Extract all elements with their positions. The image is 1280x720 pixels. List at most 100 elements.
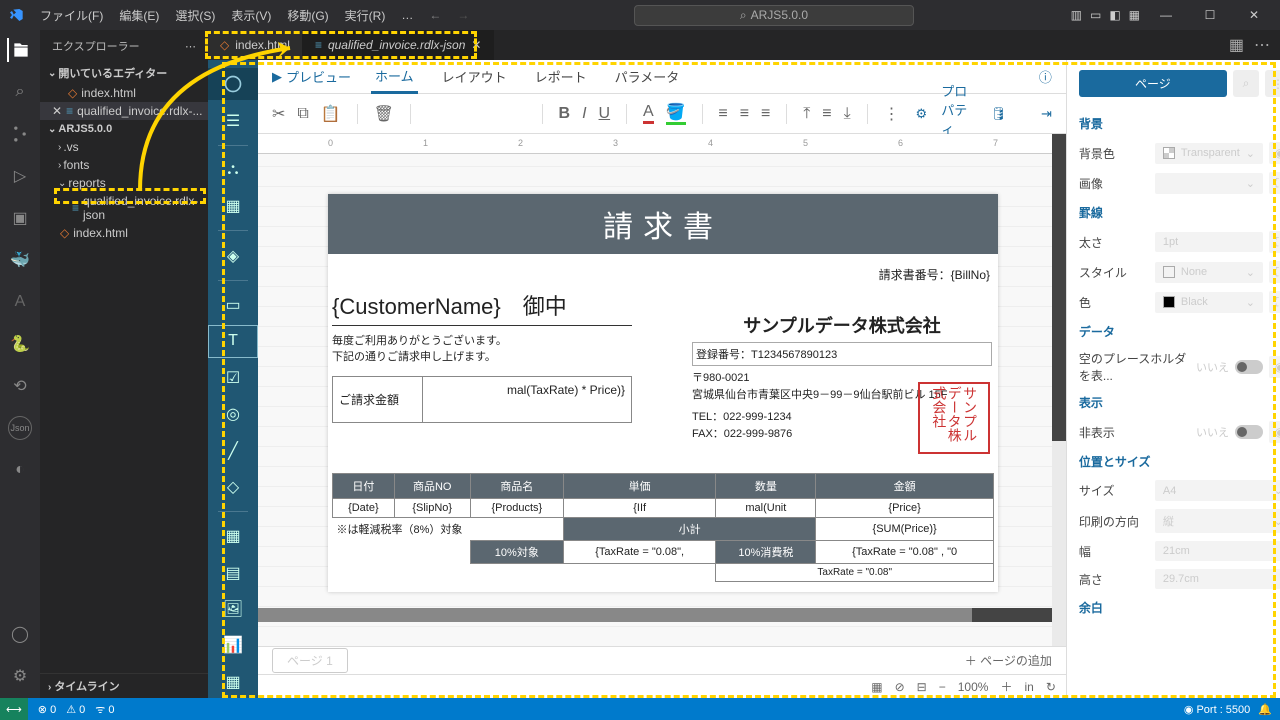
page-selector[interactable]: ページ	[1079, 70, 1227, 97]
customer-name[interactable]: {CustomerName} 御中	[332, 285, 632, 326]
debug-icon[interactable]: ▷	[8, 164, 32, 188]
notifications-icon[interactable]: 🔔	[1258, 703, 1272, 716]
tab-report[interactable]: レポート	[531, 61, 591, 92]
sidebar-icon[interactable]: ◧	[1109, 8, 1120, 22]
tool-panel-icon[interactable]: ▭	[208, 289, 258, 321]
valign-mid-icon[interactable]: ≡	[822, 105, 831, 123]
hamburger-icon[interactable]: ☰	[208, 104, 258, 136]
company-stamp[interactable]: サンプルデータ株式会社	[918, 382, 990, 454]
hidden-toggle[interactable]: いいえ	[1196, 424, 1263, 440]
table-row[interactable]: {Date}{SlipNo}{Products}{IIfmal(Unit{Pri…	[333, 499, 994, 518]
hierarchy-icon[interactable]: ⛬	[208, 154, 258, 186]
section-border[interactable]: 罫線⌃	[1079, 198, 1280, 227]
text-color-icon[interactable]: A	[643, 103, 654, 124]
tool-list-icon[interactable]: ▤	[208, 557, 258, 589]
tool-shape-icon[interactable]: ◇	[208, 471, 258, 503]
props-gear-icon[interactable]: ⚙	[916, 106, 928, 122]
nav-back-icon[interactable]: ←	[421, 8, 449, 22]
menu-go[interactable]: 移動(G)	[279, 7, 336, 24]
folder-item[interactable]: ›fonts	[40, 156, 208, 174]
placeholder-toggle[interactable]: いいえ	[1196, 359, 1263, 375]
folder-item[interactable]: ›.vs	[40, 138, 208, 156]
zoom-out-icon[interactable]: −	[939, 680, 946, 694]
subtotal-row[interactable]: ※は軽減税率（8%）対象 小計 {SUM(Price)}	[333, 518, 994, 541]
tool-line-icon[interactable]: ╱	[208, 434, 258, 466]
thanks-text[interactable]: 毎度ご利用ありがとうございます。 下記の通りご請求申し上げます。	[332, 326, 632, 370]
menu-file[interactable]: ファイル(F)	[32, 7, 111, 24]
section-background[interactable]: 背景⌃	[1079, 109, 1280, 138]
tab-close-icon[interactable]: ✕	[471, 38, 481, 52]
snap-icon[interactable]: ⊘	[895, 680, 905, 694]
scm-icon[interactable]	[8, 122, 32, 146]
valign-top-icon[interactable]: ⤒	[803, 105, 810, 123]
expand-panel-icon[interactable]: ⇥	[1041, 106, 1052, 122]
amount-box[interactable]: ご請求金額 mal(TaxRate) * Price)}	[332, 376, 632, 423]
minimize-icon[interactable]: —	[1148, 0, 1184, 30]
guides-icon[interactable]: ⊟	[917, 680, 927, 694]
folder-item[interactable]: ⌄reports	[40, 174, 208, 192]
copy-icon[interactable]: ⧉	[297, 105, 308, 123]
height-input[interactable]: 29.7cm	[1155, 569, 1280, 589]
tax-row2[interactable]: TaxRate = "0.08"	[333, 564, 994, 582]
docker-icon[interactable]: 🐳	[8, 248, 32, 272]
zoom-level[interactable]: 100%	[958, 680, 989, 694]
menu-edit[interactable]: 編集(E)	[111, 7, 167, 24]
close-icon[interactable]: ✕	[1236, 0, 1272, 30]
bg-color-input[interactable]: Transparent⌄	[1155, 143, 1263, 164]
tax-row[interactable]: 10%対象 {TaxRate = "0.08", 10%消費税 {TaxRate…	[333, 541, 994, 564]
zoom-in-icon[interactable]: ＋	[1000, 678, 1012, 695]
link-icon[interactable]: ⟲	[8, 374, 32, 398]
search-prop-icon[interactable]: ⌕	[1233, 70, 1259, 97]
fill-color-icon[interactable]: 🪣	[666, 102, 686, 125]
page-tab-1[interactable]: ページ 1	[272, 648, 348, 673]
layers-icon[interactable]: ◈	[208, 239, 258, 271]
section-pos-size[interactable]: 位置とサイズ⌃	[1079, 447, 1280, 476]
add-page-button[interactable]: ＋ ページの追加	[965, 652, 1052, 669]
menu-selection[interactable]: 選択(S)	[167, 7, 223, 24]
italic-icon[interactable]: I	[582, 105, 586, 123]
preview-button[interactable]: ▶ プレビュー	[272, 67, 351, 86]
design-canvas[interactable]: 0 1 2 3 4 5 6 7 請求書 請求書番号：{BillNo} {Cust…	[258, 134, 1066, 646]
arjs-logo-icon[interactable]	[208, 68, 258, 100]
explorer-icon[interactable]	[7, 38, 31, 62]
open-editor-item[interactable]: ◇index.html	[40, 84, 208, 102]
file-qualified-invoice[interactable]: ≡qualified_invoice.rdlx-json	[40, 192, 208, 224]
menu-run[interactable]: 実行(R)	[337, 7, 394, 24]
port-status[interactable]: ◉ Port : 5500	[1184, 703, 1250, 716]
tab-home[interactable]: ホーム	[371, 60, 418, 94]
command-center[interactable]: ⌕ARJS5.0.0	[634, 5, 914, 26]
tab-more-icon[interactable]: ⋯	[1254, 35, 1270, 55]
tool-select-icon[interactable]: ◎	[208, 398, 258, 430]
tool-grid-icon[interactable]: ▦	[208, 666, 258, 698]
grid-icon[interactable]: ▦	[871, 680, 882, 694]
align-center-icon[interactable]: ≡	[740, 105, 749, 123]
color-picker-icon[interactable]: ◉	[1269, 142, 1280, 164]
json-icon[interactable]: Json	[8, 416, 32, 440]
underline-icon[interactable]: U	[599, 105, 611, 123]
file-index-html[interactable]: ◇index.html	[40, 224, 208, 242]
customize-icon[interactable]: ▦	[1129, 8, 1140, 22]
orientation-input[interactable]: 縦⌄	[1155, 509, 1280, 533]
scrollbar-horizontal[interactable]	[258, 608, 1052, 622]
search-activity-icon[interactable]: ⌕	[8, 80, 32, 104]
menu-more[interactable]: …	[393, 8, 421, 22]
extensions-icon[interactable]: ▣	[8, 206, 32, 230]
data-icon[interactable]: 🛢	[990, 106, 1007, 122]
open-editors-section[interactable]: ⌄開いているエディター	[40, 62, 208, 84]
azure-icon[interactable]: A	[8, 290, 32, 314]
bold-icon[interactable]: B	[559, 105, 571, 123]
errors-count[interactable]: ⊗ 0	[38, 703, 56, 716]
refresh-icon[interactable]: ↻	[1046, 680, 1056, 694]
tool-checkbox-icon[interactable]: ☑	[208, 362, 258, 394]
paste-icon[interactable]: 📋	[321, 104, 341, 124]
invoice-table[interactable]: 日付商品NO商品名単価数量金額 {Date}{SlipNo}{Products}…	[332, 473, 994, 582]
bill-number[interactable]: 請求書番号：{BillNo}	[332, 264, 994, 285]
account-icon[interactable]: ◯	[8, 622, 32, 646]
ext2-icon[interactable]: ◐	[8, 458, 32, 482]
expand-icon[interactable]: ⛶	[1269, 172, 1280, 194]
report-page[interactable]: 請求書 請求書番号：{BillNo} {CustomerName} 御中 毎度ご…	[328, 194, 998, 592]
tab-qualified-invoice[interactable]: ≡qualified_invoice.rdlx-json✕	[303, 30, 495, 60]
border-width-input[interactable]: 1pt	[1155, 232, 1263, 252]
prop-menu-icon[interactable]: ⋮	[1265, 70, 1280, 97]
width-input[interactable]: 21cm	[1155, 541, 1280, 561]
